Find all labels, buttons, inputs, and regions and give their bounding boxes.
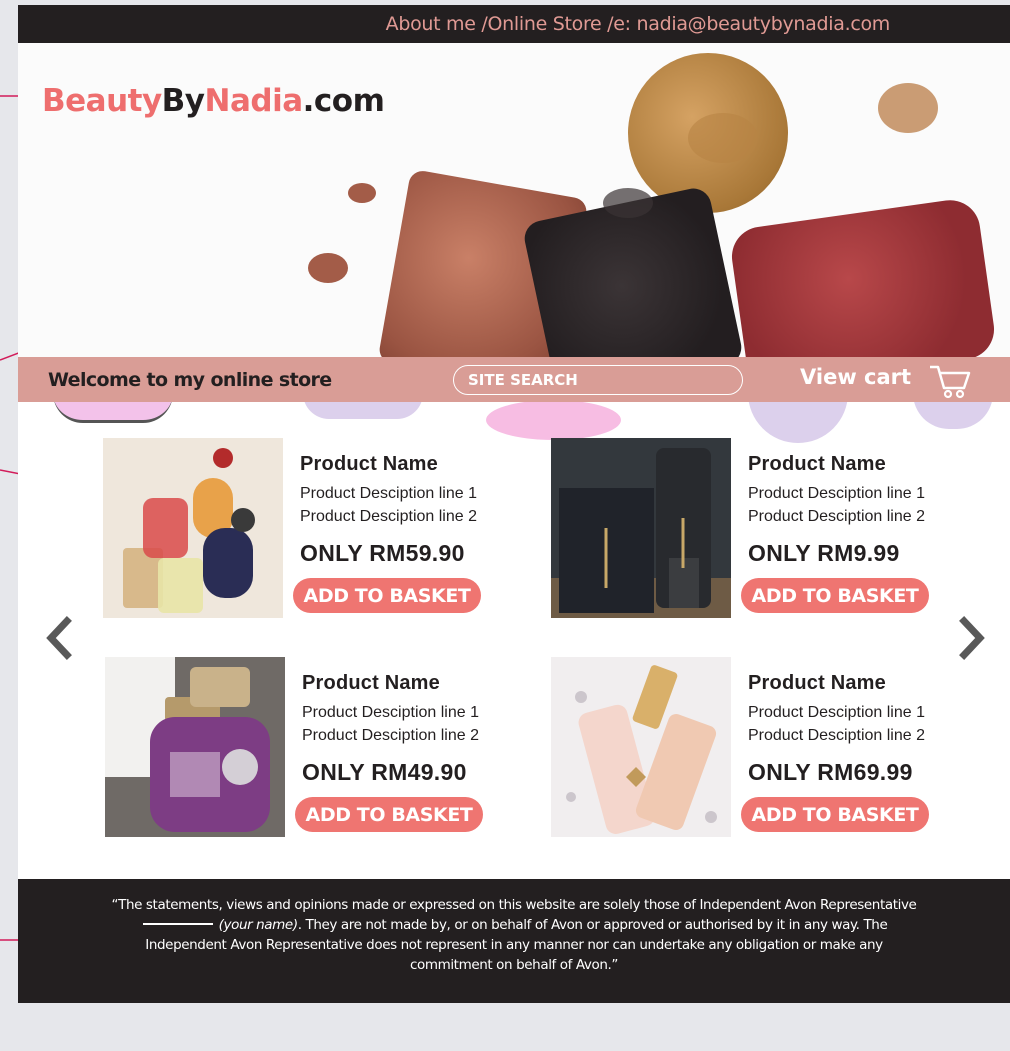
hero-crumb bbox=[308, 253, 348, 283]
product-price: ONLY RM59.90 bbox=[300, 540, 465, 566]
product-name: Product Name bbox=[300, 453, 438, 475]
hero-crumb bbox=[878, 83, 938, 133]
footer-disclaimer: “The statements, views and opinions made… bbox=[18, 879, 1010, 1003]
logo-part: By bbox=[161, 83, 205, 119]
product-name: Product Name bbox=[748, 453, 886, 475]
product-description-line2: Product Desciption line 2 bbox=[748, 727, 925, 744]
search-strip: Welcome to my online store SITE SEARCH V… bbox=[18, 357, 1010, 402]
search-input[interactable]: SITE SEARCH bbox=[453, 365, 743, 395]
product-description-line2: Product Desciption line 2 bbox=[302, 727, 479, 744]
logo-part: Beauty bbox=[42, 83, 162, 119]
add-to-basket-button[interactable]: ADD TO BASKET bbox=[295, 797, 483, 832]
add-to-basket-button[interactable]: ADD TO BASKET bbox=[741, 797, 929, 832]
hero-red-powder bbox=[728, 196, 998, 363]
disclaimer-text-start: “The statements, views and opinions made… bbox=[111, 897, 917, 913]
top-nav-bar: About me /Online Store /e: nadia@beautyb… bbox=[18, 5, 1010, 43]
logo-part: Nadia bbox=[204, 83, 304, 119]
page-canvas: About me /Online Store /e: nadia@beautyb… bbox=[18, 5, 1010, 1003]
hero-crumb bbox=[348, 183, 376, 203]
product-image-perfume-bottle[interactable] bbox=[105, 657, 285, 837]
disclaimer-name-placeholder: (your name) bbox=[218, 917, 298, 933]
hero-crumb bbox=[688, 113, 758, 163]
product-description-line1: Product Desciption line 1 bbox=[300, 485, 477, 502]
product-description-line1: Product Desciption line 1 bbox=[748, 485, 925, 502]
product-image-anew-cream[interactable] bbox=[551, 657, 731, 837]
product-description-line2: Product Desciption line 2 bbox=[300, 508, 477, 525]
product-price: ONLY RM49.90 bbox=[302, 759, 467, 785]
product-card: Product Name Product Desciption line 1 P… bbox=[551, 438, 991, 628]
hero-banner: BeautyByNadia.com bbox=[18, 43, 1010, 363]
hero-crumb bbox=[603, 188, 653, 218]
add-to-basket-button[interactable]: ADD TO BASKET bbox=[741, 578, 929, 613]
welcome-text: Welcome to my online store bbox=[48, 369, 332, 391]
product-card: Product Name Product Desciption line 1 P… bbox=[103, 438, 543, 628]
name-blank-line bbox=[142, 922, 213, 925]
product-description-line2: Product Desciption line 2 bbox=[748, 508, 925, 525]
product-name: Product Name bbox=[302, 672, 440, 694]
product-description-line1: Product Desciption line 1 bbox=[748, 704, 925, 721]
decor-doodle bbox=[486, 400, 621, 440]
add-to-basket-button[interactable]: ADD TO BASKET bbox=[293, 578, 481, 613]
product-price: ONLY RM9.99 bbox=[748, 540, 900, 566]
product-price: ONLY RM69.99 bbox=[748, 759, 913, 785]
top-nav-links[interactable]: About me /Online Store /e: nadia@beautyb… bbox=[386, 13, 891, 35]
chevron-right-icon[interactable] bbox=[958, 615, 988, 661]
site-logo[interactable]: BeautyByNadia.com bbox=[42, 83, 385, 119]
product-image-perfumes[interactable] bbox=[103, 438, 283, 618]
product-description-line1: Product Desciption line 1 bbox=[302, 704, 479, 721]
product-card: Product Name Product Desciption line 1 P… bbox=[551, 657, 991, 847]
product-card: Product Name Product Desciption line 1 P… bbox=[105, 657, 545, 847]
chevron-left-icon[interactable] bbox=[43, 615, 73, 661]
product-image-glamour-set[interactable] bbox=[551, 438, 731, 618]
view-cart-link[interactable]: View cart bbox=[800, 365, 911, 389]
product-name: Product Name bbox=[748, 672, 886, 694]
logo-part: .com bbox=[302, 83, 385, 119]
cart-icon[interactable] bbox=[928, 362, 973, 400]
